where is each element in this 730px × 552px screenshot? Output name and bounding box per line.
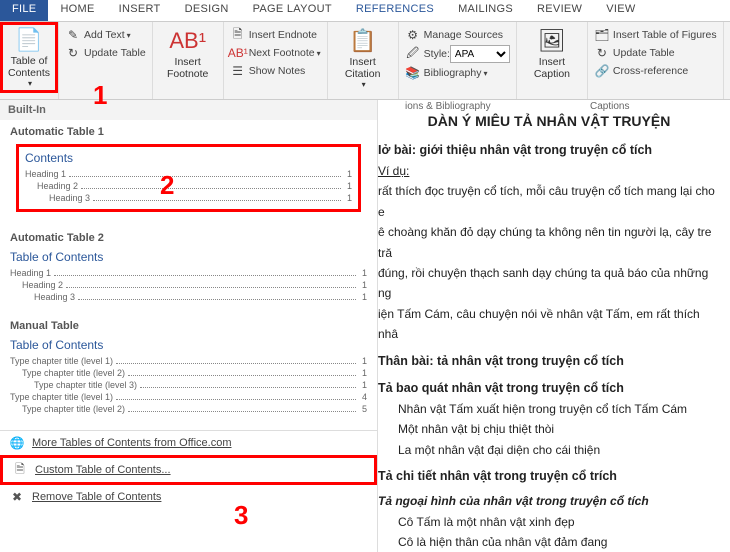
crossref-icon: 🔗 [594, 63, 610, 79]
tof-icon: 🗂 [594, 27, 610, 43]
update-table2-button[interactable]: ↻Update Table [594, 45, 717, 61]
toc-icon: 📄 [15, 27, 42, 53]
bibliography-button[interactable]: 📚Bibliography▾ [405, 65, 510, 81]
insert-tof-button[interactable]: 🗂Insert Table of Figures [594, 27, 717, 43]
next-footnote-icon: AB¹ [230, 45, 246, 61]
tab-home[interactable]: HOME [48, 0, 106, 21]
remove-toc[interactable]: ✖Remove Table of Contents [0, 485, 377, 509]
next-footnote-button[interactable]: AB¹Next Footnote▾ [230, 45, 321, 61]
style-icon: 🖉 [405, 46, 421, 62]
tab-review[interactable]: REVIEW [525, 0, 594, 21]
document-body: DÀN Ý MIÊU TẢ NHÂN VẬT TRUYỆN Iở bài: gi… [378, 100, 730, 552]
auto2-title: Automatic Table 2 [10, 232, 367, 244]
update-icon: ↻ [65, 45, 81, 61]
insert-endnote-button[interactable]: 🗎Insert Endnote [230, 27, 321, 43]
citation-style[interactable]: 🖉Style: APA [405, 45, 510, 63]
auto2-contents: Table of Contents [10, 250, 367, 264]
footnote-icon: AB¹ [169, 28, 206, 54]
tab-view[interactable]: VIEW [594, 0, 647, 21]
bib-icon: 📚 [405, 65, 421, 81]
gallery-auto1[interactable]: Automatic Table 1 Contents Heading 11 He… [0, 120, 377, 226]
toc-gallery: Built-In Automatic Table 1 Contents Head… [0, 100, 378, 552]
citation-icon: 📋 [349, 28, 376, 54]
gallery-builtin-header: Built-In [0, 100, 377, 120]
section-ngoaihinh: Tả ngoại hình của nhân vật trong truyện … [378, 491, 720, 511]
cross-reference-button[interactable]: 🔗Cross-reference [594, 63, 717, 79]
gallery-auto2[interactable]: Automatic Table 2 Table of Contents Head… [0, 226, 377, 314]
add-text-button[interactable]: ✎Add Text▾ [65, 27, 146, 43]
vidu-label: Ví dụ: [378, 161, 720, 181]
shownotes-icon: ☰ [230, 63, 246, 79]
tab-references[interactable]: REFERENCES [344, 0, 446, 21]
auto1-contents: Contents [25, 151, 352, 165]
manage-sources-button[interactable]: ⚙Manage Sources [405, 27, 510, 43]
custom-toc-icon: 🗎 [11, 462, 29, 478]
custom-toc[interactable]: 🗎Custom Table of Contents... [0, 455, 377, 485]
tab-page-layout[interactable]: PAGE LAYOUT [241, 0, 344, 21]
tab-insert[interactable]: INSERT [107, 0, 173, 21]
remove-icon: ✖ [8, 489, 26, 505]
section-thanbai: Thân bài: tả nhân vật trong truyện cổ tí… [378, 351, 720, 372]
chevron-down-icon: ▾ [28, 79, 32, 88]
manage-icon: ⚙ [405, 27, 421, 43]
tab-file[interactable]: FILE [0, 0, 48, 21]
insert-footnote-button[interactable]: AB¹ Insert Footnote [159, 26, 217, 82]
doc-title: DÀN Ý MIÊU TẢ NHÂN VẬT TRUYỆN [378, 110, 720, 134]
endnote-icon: 🗎 [230, 27, 246, 43]
auto1-title: Automatic Table 1 [10, 126, 367, 138]
section-mobai: Iở bài: giới thiệu nhân vật trong truyện… [378, 140, 720, 161]
insert-citation-button[interactable]: 📋 Insert Citation ▾ [334, 26, 392, 91]
office-icon: 🌐 [8, 435, 26, 451]
group-citations-label: ions & Bibliography [405, 101, 491, 112]
section-baoquat: Tả bao quát nhân vật trong truyện cổ tíc… [378, 378, 720, 399]
more-toc-office[interactable]: 🌐More Tables of Contents from Office.com [0, 431, 377, 455]
gallery-manual[interactable]: Manual Table Table of Contents Type chap… [0, 314, 377, 426]
group-captions-label: Captions [590, 101, 629, 112]
annotation-3: 3 [234, 500, 248, 531]
manual-title: Manual Table [10, 320, 367, 332]
annotation-2: 2 [160, 170, 174, 201]
show-notes-button[interactable]: ☰Show Notes [230, 63, 321, 79]
section-chitiet: Tả chi tiết nhân vật trong truyện cổ trí… [378, 466, 720, 487]
style-dropdown[interactable]: APA [450, 45, 510, 63]
manual-contents: Table of Contents [10, 338, 367, 352]
table-of-contents-button[interactable]: 📄 Table of Contents ▾ [0, 22, 58, 93]
toc-label: Table of Contents [8, 55, 50, 79]
update2-icon: ↻ [594, 45, 610, 61]
tab-mailings[interactable]: MAILINGS [446, 0, 525, 21]
update-table-button[interactable]: ↻Update Table [65, 45, 146, 61]
tab-design[interactable]: DESIGN [173, 0, 241, 21]
annotation-1: 1 [93, 80, 107, 111]
caption-icon: 🖼 [538, 28, 566, 54]
add-text-icon: ✎ [65, 27, 81, 43]
insert-caption-button[interactable]: 🖼 Insert Caption [523, 26, 581, 82]
